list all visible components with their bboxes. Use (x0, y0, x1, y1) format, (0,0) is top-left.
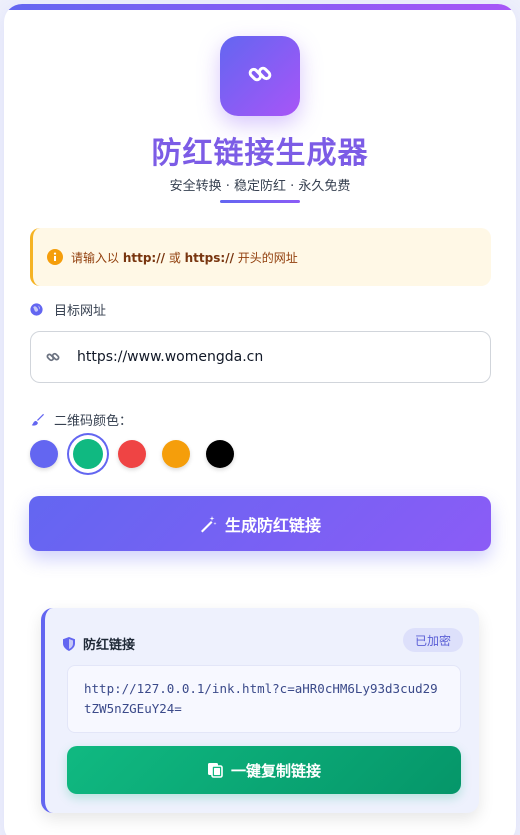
globe-icon (30, 302, 44, 317)
copy-icon (207, 762, 223, 778)
copy-link-button[interactable]: 一键复制链接 (67, 746, 461, 794)
color-swatch[interactable] (206, 440, 234, 468)
generate-link-button[interactable]: 生成防红链接 (29, 496, 491, 551)
page-subtitle: 安全转换 · 稳定防红 · 永久免费 (169, 179, 351, 194)
shield-icon (63, 636, 75, 651)
color-swatch[interactable] (162, 440, 190, 468)
paint-brush-icon (30, 413, 44, 427)
main-card: 防红链接生成器 安全转换 · 稳定防红 · 永久免费 请输入以 http:// … (4, 4, 516, 835)
magic-wand-icon (199, 515, 217, 533)
result-heading: 防红链接 (63, 634, 135, 653)
result-panel: 防红链接 已加密 http://127.0.0.1/ink.html?c=aHR… (41, 608, 479, 813)
target-url-field[interactable] (30, 331, 491, 383)
encrypted-badge: 已加密 (402, 628, 463, 652)
info-icon (47, 249, 63, 265)
page-title: 防红链接生成器 (151, 136, 369, 171)
qr-color-label: 二维码颜色： (30, 410, 132, 429)
link-icon (45, 349, 61, 365)
url-label: 目标网址 (30, 300, 106, 319)
color-swatch[interactable] (30, 440, 58, 468)
url-format-notice: 请输入以 http:// 或 https:// 开头的网址 (30, 228, 491, 286)
generated-link-text[interactable]: http://127.0.0.1/ink.html?c=aHR0cHM6Ly93… (67, 665, 461, 733)
notice-text: 请输入以 http:// 或 https:// 开头的网址 (71, 250, 298, 265)
target-url-input[interactable] (77, 349, 457, 365)
color-swatch[interactable] (73, 439, 103, 469)
logo (220, 36, 300, 116)
title-divider (220, 200, 300, 203)
color-swatch[interactable] (118, 440, 146, 468)
link-icon (246, 60, 274, 92)
top-accent-bar (4, 4, 516, 10)
